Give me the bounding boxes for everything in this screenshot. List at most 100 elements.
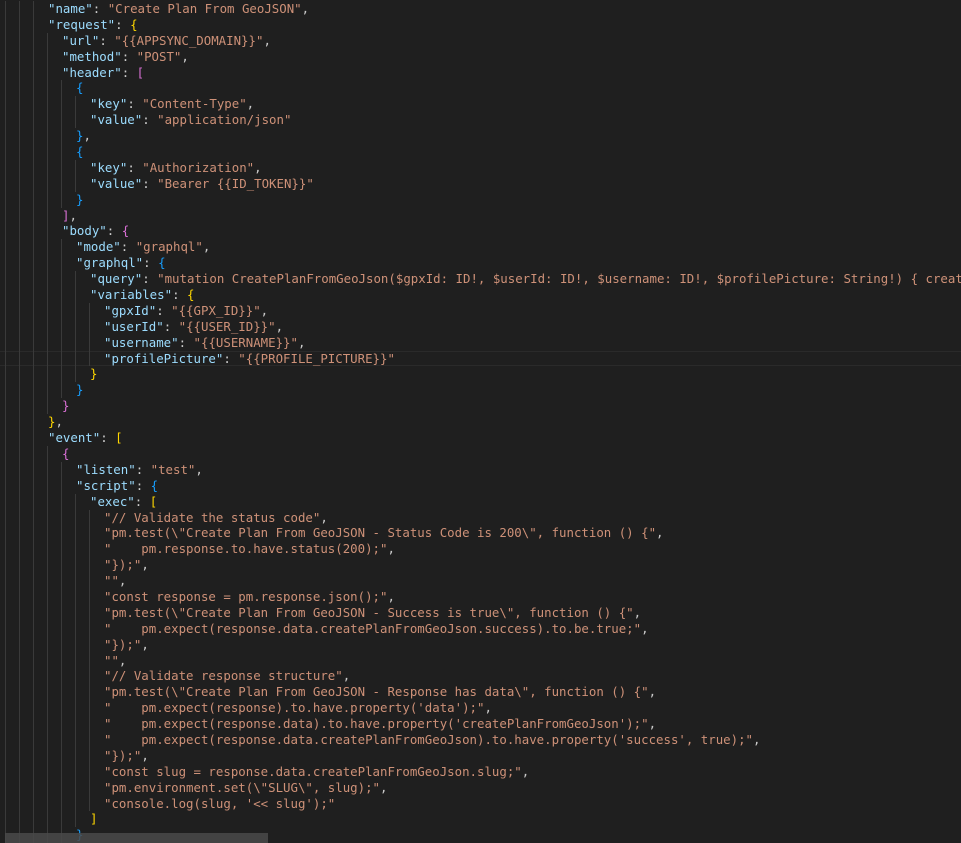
code-line[interactable]: "pm.test(\"Create Plan From GeoJSON - Su…: [0, 604, 961, 621]
code-line[interactable]: {: [0, 80, 961, 97]
code-token: "url": [62, 32, 100, 48]
code-line[interactable]: "profilePicture": "{{PROFILE_PICTURE}}": [0, 350, 961, 367]
code-line[interactable]: " pm.response.to.have.status(200);",: [0, 541, 961, 558]
code-token: ,: [83, 128, 91, 144]
code-line[interactable]: "console.log(slug, '<< slug');": [0, 795, 961, 812]
code-line[interactable]: "",: [0, 652, 961, 669]
code-token: :: [156, 302, 172, 318]
code-token: ,: [320, 509, 328, 525]
code-line[interactable]: ]: [0, 811, 961, 828]
code-line[interactable]: " pm.expect(response.data.createPlanFrom…: [0, 731, 961, 748]
indent-guide: [19, 223, 20, 240]
indent-guide: [33, 541, 34, 558]
code-line[interactable]: "});",: [0, 636, 961, 653]
indent-guide: [33, 80, 34, 97]
code-line[interactable]: }: [0, 366, 961, 383]
code-line[interactable]: },: [0, 128, 961, 145]
code-line[interactable]: "username": "{{USERNAME}}",: [0, 334, 961, 351]
code-area[interactable]: "name": "Create Plan From GeoJSON", "requ…: [0, 1, 961, 843]
code-line[interactable]: "gpxId": "{{GPX_ID}}",: [0, 302, 961, 319]
code-line[interactable]: "header": [: [0, 64, 961, 81]
code-text: "header": [: [62, 65, 144, 81]
code-line[interactable]: " pm.expect(response).to.have.property('…: [0, 700, 961, 717]
code-line[interactable]: " pm.expect(response.data).to.have.prope…: [0, 716, 961, 732]
code-line[interactable]: "mode": "graphql",: [0, 239, 961, 256]
code-line[interactable]: "key": "Content-Type",: [0, 96, 961, 113]
indent-guide: [33, 223, 34, 240]
indent-guide: [47, 731, 48, 748]
indent-guide: [19, 302, 20, 319]
indent-guide: [61, 382, 62, 399]
horizontal-scrollbar[interactable]: [5, 833, 268, 843]
code-line[interactable]: " pm.expect(response.data.createPlanFrom…: [0, 620, 961, 637]
code-line[interactable]: "",: [0, 573, 961, 589]
code-line[interactable]: "pm.test(\"Create Plan From GeoJSON - Re…: [0, 684, 961, 701]
indent-guide: [47, 636, 48, 653]
code-line[interactable]: "graphql": {: [0, 255, 961, 272]
indent-guide: [75, 636, 76, 653]
indent-guide: [47, 334, 48, 351]
code-line[interactable]: ],: [0, 207, 961, 224]
code-line[interactable]: "});",: [0, 747, 961, 764]
code-line[interactable]: "name": "Create Plan From GeoJSON",: [0, 1, 961, 17]
code-token: " pm.response.to.have.status(200);": [104, 541, 388, 557]
code-line[interactable]: "exec": [: [0, 493, 961, 510]
code-token: "{{GPX_ID}}": [171, 302, 261, 318]
code-line[interactable]: {: [0, 144, 961, 160]
code-line[interactable]: "url": "{{APPSYNC_DOMAIN}}",: [0, 32, 961, 49]
indent-guide: [33, 779, 34, 796]
code-text: " pm.expect(response.data.createPlanFrom…: [104, 621, 649, 637]
code-line[interactable]: "const response = pm.response.json();",: [0, 588, 961, 605]
code-line[interactable]: "key": "Authorization",: [0, 159, 961, 176]
code-token: "pm.test(\"Create Plan From GeoJSON - St…: [104, 525, 657, 541]
indent-guide: [5, 573, 6, 589]
code-line[interactable]: "variables": {: [0, 287, 961, 303]
indent-guide: [61, 684, 62, 701]
code-line[interactable]: }: [0, 191, 961, 208]
code-line[interactable]: "});",: [0, 557, 961, 574]
code-text: " pm.expect(response.data.createPlanFrom…: [104, 732, 760, 748]
code-line[interactable]: "pm.environment.set(\"SLUG\", slug);",: [0, 779, 961, 796]
indent-guide: [89, 795, 90, 812]
code-line[interactable]: }: [0, 398, 961, 415]
code-line[interactable]: "value": "Bearer {{ID_TOKEN}}": [0, 175, 961, 192]
indent-guide: [19, 80, 20, 97]
indent-guide: [5, 445, 6, 462]
code-editor[interactable]: "name": "Create Plan From GeoJSON", "requ…: [0, 0, 961, 843]
indent-guide: [75, 366, 76, 383]
indent-guide: [5, 779, 6, 796]
indent-guide: [19, 128, 20, 145]
code-line[interactable]: "event": [: [0, 430, 961, 446]
indent-guide: [19, 382, 20, 399]
code-line[interactable]: "userId": "{{USER_ID}}",: [0, 318, 961, 335]
code-text: "gpxId": "{{GPX_ID}}",: [104, 303, 268, 319]
code-token: "exec": [90, 493, 135, 509]
code-line[interactable]: "script": {: [0, 477, 961, 494]
indent-guide: [75, 493, 76, 510]
code-line[interactable]: "value": "application/json": [0, 112, 961, 129]
indent-guide: [19, 239, 20, 256]
code-line[interactable]: "method": "POST",: [0, 48, 961, 65]
indent-guide: [61, 175, 62, 192]
indent-guide: [19, 461, 20, 478]
code-line[interactable]: "// Validate the status code",: [0, 509, 961, 526]
indent-guide: [33, 652, 34, 669]
code-token: "userId": [104, 318, 164, 334]
code-line[interactable]: "body": {: [0, 223, 961, 240]
code-line[interactable]: "pm.test(\"Create Plan From GeoJSON - St…: [0, 525, 961, 542]
code-line[interactable]: }: [0, 382, 961, 399]
indent-guide: [61, 96, 62, 113]
code-line[interactable]: {: [0, 445, 961, 462]
code-line[interactable]: "request": {: [0, 16, 961, 33]
code-token: }: [76, 191, 84, 207]
indent-guide: [5, 604, 6, 621]
indent-guide: [19, 588, 20, 605]
code-line[interactable]: "listen": "test",: [0, 461, 961, 478]
code-line[interactable]: "const slug = response.data.createPlanFr…: [0, 763, 961, 780]
indent-guide: [5, 191, 6, 208]
code-token: "pm.environment.set(\"SLUG\", slug);": [104, 779, 381, 795]
code-line[interactable]: "query": "mutation CreatePlanFromGeoJson…: [0, 271, 961, 288]
code-line[interactable]: "// Validate response structure",: [0, 668, 961, 685]
indent-guide: [75, 763, 76, 780]
code-line[interactable]: },: [0, 414, 961, 431]
